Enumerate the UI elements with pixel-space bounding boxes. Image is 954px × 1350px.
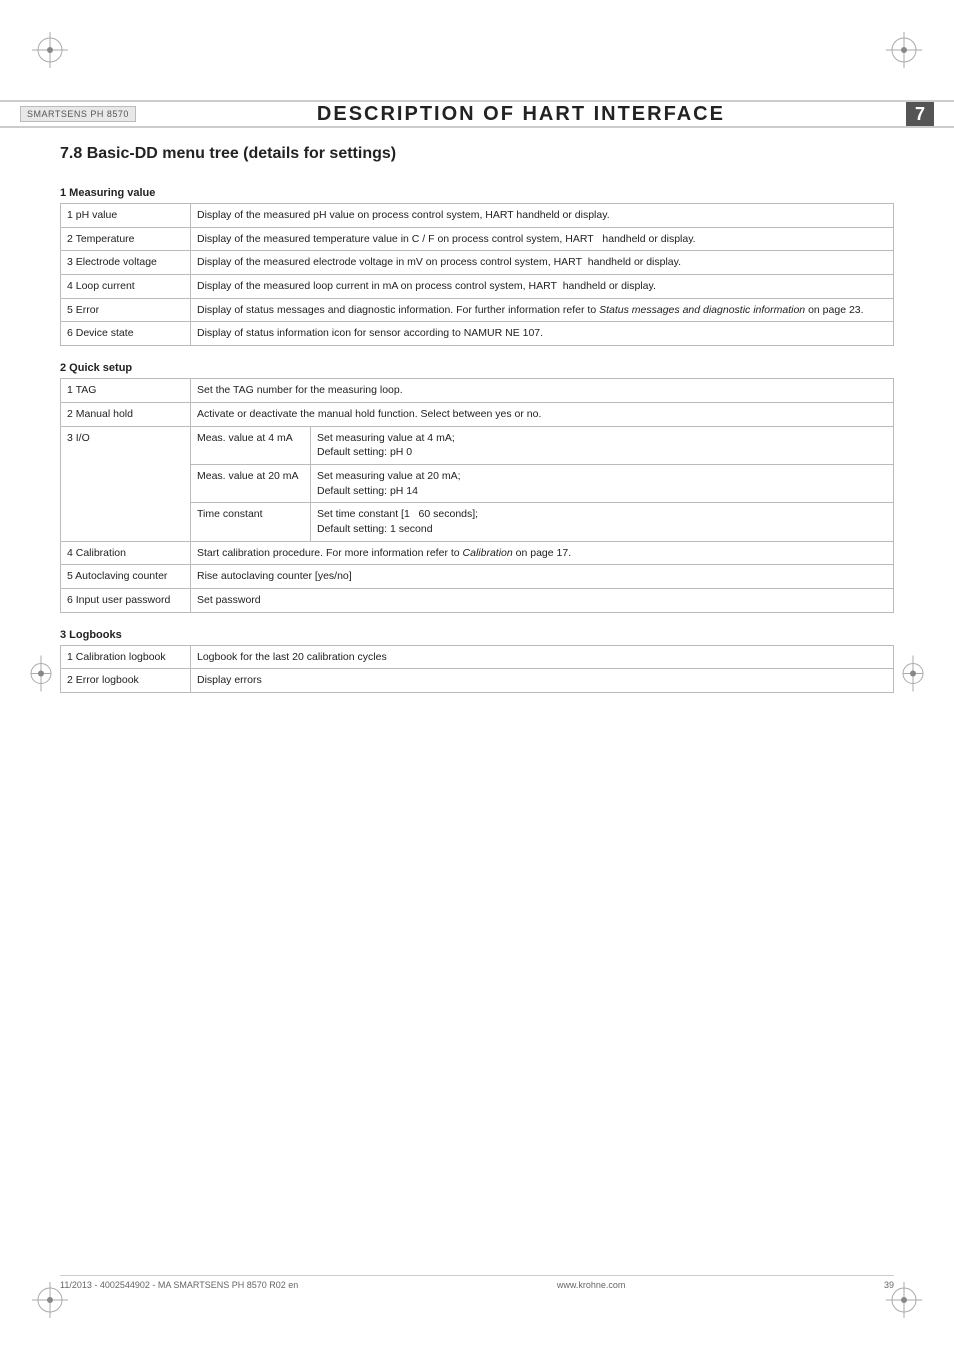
measuring-value-table: 1 pH value Display of the measured pH va… [60,203,894,346]
side-mark-right [902,654,924,697]
table-row: 2 Temperature Display of the measured te… [61,227,894,251]
row-name: 2 Temperature [61,227,191,251]
main-content: 7.8 Basic-DD menu tree (details for sett… [60,145,894,697]
subsection-label-2: 2 Quick setup [60,362,894,374]
footer-center: www.krohne.com [557,1280,626,1290]
row-sub-label: Meas. value at 20 mA [191,464,311,502]
row-name: 5 Error [61,298,191,322]
row-desc: Display of the measured temperature valu… [191,227,894,251]
table-row: 3 I/O Meas. value at 4 mA Set measuring … [61,426,894,464]
footer: 11/2013 - 4002544902 - MA SMARTSENS PH 8… [60,1275,894,1290]
quick-setup-table: 1 TAG Set the TAG number for the measuri… [60,378,894,613]
logbooks-table: 1 Calibration logbook Logbook for the la… [60,645,894,693]
row-desc: Display of the measured pH value on proc… [191,204,894,228]
row-sub-value: Set time constant [1 60 seconds];Default… [311,503,894,541]
row-desc: Logbook for the last 20 calibration cycl… [191,645,894,669]
row-name: 1 TAG [61,379,191,403]
header-page-num: 7 [906,102,934,126]
table-row: 2 Error logbook Display errors [61,669,894,693]
row-desc: Rise autoclaving counter [yes/no] [191,565,894,589]
row-name: 2 Error logbook [61,669,191,693]
row-sub-value: Set measuring value at 20 mA;Default set… [311,464,894,502]
header-title: DESCRIPTION OF HART INTERFACE [136,103,906,126]
header-bar: SMARTSENS PH 8570 DESCRIPTION OF HART IN… [0,100,954,128]
table-row: 5 Error Display of status messages and d… [61,298,894,322]
row-name-empty [61,464,191,502]
row-desc: Display errors [191,669,894,693]
side-mark-left [30,654,52,697]
row-name: 5 Autoclaving counter [61,565,191,589]
row-name: 3 Electrode voltage [61,251,191,275]
footer-left: 11/2013 - 4002544902 - MA SMARTSENS PH 8… [60,1280,298,1290]
subsection-label-1: 1 Measuring value [60,187,894,199]
row-name: 6 Device state [61,322,191,346]
row-desc: Set password [191,589,894,613]
row-desc: Display of status information icon for s… [191,322,894,346]
row-desc: Display of the measured electrode voltag… [191,251,894,275]
row-name: 1 Calibration logbook [61,645,191,669]
footer-right: 39 [884,1280,894,1290]
table-row: 3 Electrode voltage Display of the measu… [61,251,894,275]
section-heading: 7.8 Basic-DD menu tree (details for sett… [60,145,894,167]
table-row: 4 Calibration Start calibration procedur… [61,541,894,565]
header-brand: SMARTSENS PH 8570 [20,106,136,122]
table-row: Meas. value at 20 mA Set measuring value… [61,464,894,502]
row-sub-label: Time constant [191,503,311,541]
table-row: 6 Input user password Set password [61,589,894,613]
table-row: 5 Autoclaving counter Rise autoclaving c… [61,565,894,589]
row-name: 2 Manual hold [61,402,191,426]
table-row: 4 Loop current Display of the measured l… [61,275,894,299]
row-sub-label: Meas. value at 4 mA [191,426,311,464]
row-desc: Set the TAG number for the measuring loo… [191,379,894,403]
table-row: 6 Device state Display of status informa… [61,322,894,346]
row-name: 6 Input user password [61,589,191,613]
row-name-empty [61,503,191,541]
row-desc: Display of the measured loop current in … [191,275,894,299]
row-name: 4 Calibration [61,541,191,565]
corner-mark-tl [30,30,70,70]
row-sub-value: Set measuring value at 4 mA;Default sett… [311,426,894,464]
row-name: 3 I/O [61,426,191,464]
table-row: 1 Calibration logbook Logbook for the la… [61,645,894,669]
row-name: 4 Loop current [61,275,191,299]
row-name: 1 pH value [61,204,191,228]
row-desc: Activate or deactivate the manual hold f… [191,402,894,426]
subsection-label-3: 3 Logbooks [60,629,894,641]
table-row: 1 pH value Display of the measured pH va… [61,204,894,228]
table-row: 1 TAG Set the TAG number for the measuri… [61,379,894,403]
row-desc: Display of status messages and diagnosti… [191,298,894,322]
row-desc: Start calibration procedure. For more in… [191,541,894,565]
table-row: 2 Manual hold Activate or deactivate the… [61,402,894,426]
corner-mark-tr [884,30,924,70]
table-row: Time constant Set time constant [1 60 se… [61,503,894,541]
